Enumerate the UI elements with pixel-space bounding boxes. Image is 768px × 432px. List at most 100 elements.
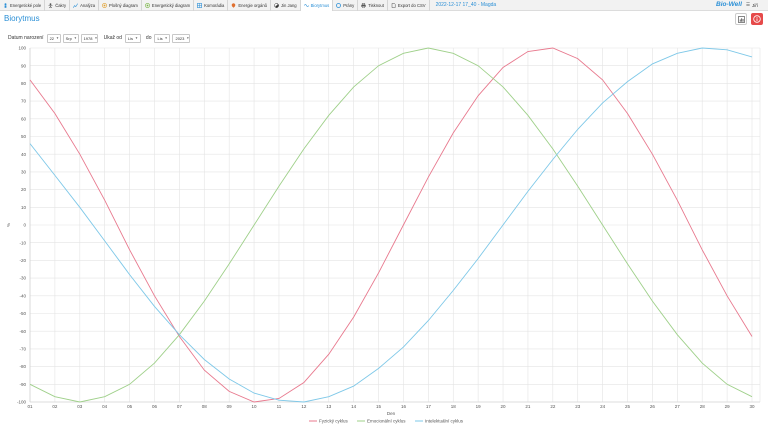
grid-icon [197, 2, 202, 8]
print-icon [361, 2, 366, 8]
nav-item-label: Biorytmus [310, 2, 330, 8]
person-icon [4, 2, 7, 8]
birth-year-select[interactable]: 1978 ▼ [80, 33, 98, 43]
session-label: 2022-12-17 17_40 - Magda [435, 2, 497, 8]
y-tick-label: -70 [19, 347, 26, 352]
y-tick-label: 40 [21, 152, 27, 157]
y-axis-title: % [6, 223, 11, 227]
x-tick-label: 16 [401, 404, 407, 409]
y-tick-label: 90 [21, 63, 27, 68]
x-tick-label: 15 [376, 404, 382, 409]
y-tick-label: 100 [18, 46, 26, 51]
show-from-label: Ukaž od [103, 35, 122, 41]
to-month-select[interactable]: Lis ▼ [154, 33, 171, 43]
ring-icon [336, 2, 342, 8]
y-tick-label: -80 [19, 364, 26, 369]
nav-item-8[interactable]: Biorytmus [300, 0, 334, 11]
y-tick-label: 60 [21, 116, 27, 121]
biorhythm-chart: 1009080706050403020100-10-20-30-40-50-60… [6, 46, 761, 424]
y-tick-label: -50 [19, 311, 26, 316]
nav-item-1[interactable]: Čakry [45, 0, 71, 11]
x-tick-label: 08 [202, 404, 208, 409]
x-tick-label: 09 [227, 404, 233, 409]
y-tick-label: -90 [19, 382, 26, 387]
to-year-select[interactable]: 2023 ▼ [172, 33, 191, 43]
x-tick-label: 06 [152, 404, 158, 409]
x-axis-title: Den [387, 411, 396, 416]
app-logo: Bio-Well [716, 1, 742, 8]
organ-icon [232, 2, 236, 8]
nav-item-label: Analýza [80, 2, 96, 8]
birth-day-select[interactable]: 22 ▼ [46, 33, 61, 43]
y-tick-label: -30 [19, 276, 26, 281]
circle-diagram-icon [145, 2, 150, 8]
x-tick-label: 10 [252, 404, 258, 409]
biorhythm-icon [303, 3, 309, 7]
x-tick-label: 23 [575, 404, 581, 409]
y-tick-label: -20 [19, 258, 26, 263]
x-tick-label: 30 [749, 404, 755, 409]
main-toolbar: Energetické pole Čakry Analýza Plošný diagr… [0, 0, 768, 11]
export-chart-button[interactable] [735, 13, 747, 25]
y-tick-label: 0 [23, 223, 26, 228]
x-tick-label: 27 [675, 404, 681, 409]
x-tick-label: 14 [351, 404, 357, 409]
x-tick-label: 02 [52, 404, 58, 409]
info-icon [753, 15, 761, 23]
nav-item-6[interactable]: Energie orgánů [228, 0, 271, 11]
chevron-down-icon: ▼ [56, 36, 60, 40]
from-month-select[interactable]: Lis ▼ [124, 33, 141, 43]
birth-month-select[interactable]: Srp ▼ [62, 33, 79, 43]
y-tick-label: 30 [21, 170, 27, 175]
info-button[interactable] [751, 13, 763, 25]
y-tick-label: -10 [19, 240, 26, 245]
nav-item-label: Jin Jang [281, 2, 297, 8]
nav-item-5[interactable]: Komorádia [194, 0, 229, 11]
nav-item-2[interactable]: Analýza [70, 0, 100, 11]
x-tick-label: 05 [127, 404, 133, 409]
document-icon [391, 2, 396, 8]
birth-date-label: Datum narození [8, 35, 44, 41]
legend-item: Intelektuální cyklus [425, 419, 464, 424]
nav-item-label: Komorádia [204, 2, 225, 8]
y-tick-label: -40 [19, 293, 26, 298]
user-menu[interactable]: ☰ Jiří [746, 2, 758, 8]
nav-item-label: Tisknout [368, 2, 384, 8]
chevron-down-icon: ▼ [164, 36, 168, 40]
chevron-down-icon: ▼ [73, 36, 77, 40]
nav-item-10[interactable]: Tisknout [358, 0, 388, 11]
nav-item-4[interactable]: Energetický diagram [142, 0, 195, 11]
x-tick-label: 24 [600, 404, 606, 409]
nav-item-label: Čakry [55, 2, 67, 8]
nav-item-label: Plošný diagram [109, 2, 138, 8]
nav-item-9[interactable]: Prány [333, 0, 359, 11]
y-tick-label: 80 [21, 81, 27, 86]
nav-item-label: Energetický diagram [151, 2, 191, 8]
x-tick-label: 07 [177, 404, 183, 409]
x-tick-label: 03 [77, 404, 83, 409]
nav-item-0[interactable]: Energetické pole [0, 0, 46, 11]
chart-icon [73, 2, 79, 8]
nav-item-label: Energetické pole [10, 2, 42, 8]
chevron-down-icon: ▼ [135, 36, 139, 40]
x-tick-label: 19 [476, 404, 482, 409]
nav-item-11[interactable]: Export do CSV [388, 0, 430, 11]
y-tick-label: 10 [21, 205, 27, 210]
x-tick-label: 17 [426, 404, 432, 409]
x-tick-label: 11 [277, 404, 282, 409]
y-tick-label: -60 [19, 329, 26, 334]
nav-item-7[interactable]: Jin Jang [271, 0, 301, 11]
y-tick-label: 50 [21, 134, 27, 139]
legend-item: Emocionální cyklus [367, 419, 406, 424]
date-filters: Datum narození 22 ▼ Srp ▼ 1978 ▼ Ukaž od Li… [8, 33, 192, 43]
nav-item-label: Prány [343, 2, 355, 8]
yin-yang-icon [274, 2, 279, 8]
user-name: Jiří [752, 2, 759, 8]
x-tick-label: 20 [501, 404, 507, 409]
y-tick-label: 20 [21, 187, 27, 192]
chart-export-icon [737, 15, 745, 23]
nav-item-3[interactable]: Plošný diagram [99, 0, 142, 11]
x-tick-label: 13 [326, 404, 332, 409]
legend-item: Fyzický cyklus [319, 419, 349, 424]
x-tick-label: 18 [451, 404, 457, 409]
